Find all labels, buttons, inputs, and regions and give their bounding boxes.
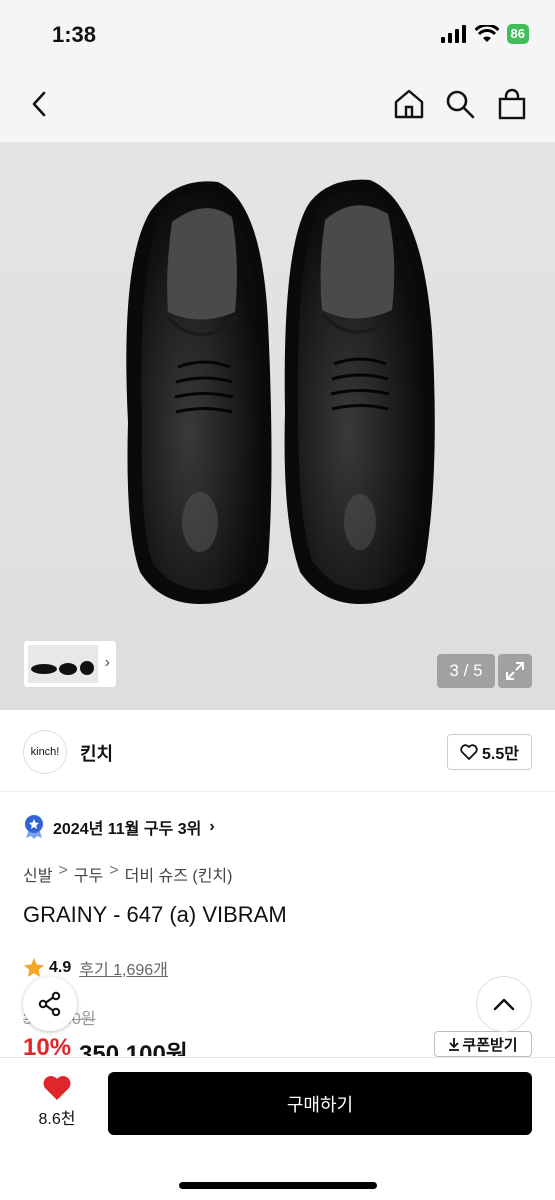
ranking-text: 2024년 11월 구두 3위 <box>53 821 202 838</box>
expand-icon <box>506 662 524 680</box>
ranking-link[interactable]: 2024년 11월 구두 3위 › <box>23 815 215 839</box>
chevron-right-icon: › <box>104 654 110 671</box>
battery-indicator: 86 <box>506 24 529 44</box>
breadcrumb-item-derby[interactable]: 더비 슈즈 (킨치) <box>125 862 233 886</box>
wishlist-button[interactable]: 8.6천 <box>24 1074 90 1129</box>
heart-filled-icon <box>43 1076 71 1100</box>
breadcrumb: 신발 > 구두 > 더비 슈즈 (킨치) <box>23 862 232 886</box>
home-button[interactable] <box>389 84 429 124</box>
share-button[interactable] <box>23 977 77 1031</box>
thumbnail-strip-button[interactable]: › <box>23 640 117 688</box>
home-indicator <box>179 1182 377 1189</box>
search-icon <box>446 90 475 119</box>
coupon-label: 쿠폰받기 <box>462 1036 518 1054</box>
brand-like-button[interactable]: 5.5만 <box>447 734 532 770</box>
product-title: GRAINY - 647 (a) VIBRAM <box>23 902 287 927</box>
bottom-action-bar: 8.6천 구매하기 <box>0 1057 555 1200</box>
status-bar: 1:38 86 <box>0 0 555 70</box>
sale-price: 350,100원 <box>79 1041 188 1056</box>
shopping-bag-icon <box>498 88 526 120</box>
chevron-up-icon <box>493 998 515 1011</box>
download-icon <box>449 1038 460 1051</box>
breadcrumb-item-dress-shoes[interactable]: 구두 <box>74 862 103 886</box>
star-icon <box>24 958 44 977</box>
product-image-shoes <box>126 179 435 604</box>
buy-button[interactable]: 구매하기 <box>108 1072 532 1135</box>
product-image-gallery[interactable]: › 3 / 5 <box>0 142 555 710</box>
back-icon <box>32 91 46 117</box>
ranking-badge-icon <box>25 815 43 839</box>
wishlist-count: 8.6천 <box>38 1111 76 1128</box>
review-count-link[interactable]: 후기 1,696개 <box>79 956 168 980</box>
scroll-top-button[interactable] <box>476 976 532 1032</box>
brand-like-count: 5.5만 <box>482 746 519 763</box>
share-icon <box>38 991 61 1017</box>
brand-logo[interactable]: kinch! <box>23 730 67 774</box>
breadcrumb-item-shoes[interactable]: 신발 <box>23 862 52 886</box>
heart-outline-icon <box>460 744 478 760</box>
coupon-button[interactable]: 쿠폰받기 <box>434 1031 532 1057</box>
home-icon <box>394 89 424 119</box>
discount-rate: 10% <box>23 1034 72 1056</box>
breadcrumb-separator: > <box>109 862 119 879</box>
top-nav <box>0 70 555 142</box>
brand-row: kinch! 킨치 5.5만 <box>0 710 555 792</box>
shopping-bag-button[interactable] <box>492 84 532 124</box>
breadcrumb-separator: > <box>58 862 68 879</box>
back-button[interactable] <box>20 84 60 124</box>
rating-score: 4.9 <box>49 959 72 976</box>
chevron-right-icon: › <box>209 818 215 835</box>
image-counter: 3 / 5 <box>437 654 495 688</box>
thumbnail-image <box>28 645 98 683</box>
brand-name[interactable]: 킨치 <box>80 740 113 766</box>
status-icons: 86 <box>440 24 529 44</box>
wifi-icon <box>474 25 499 42</box>
expand-button[interactable] <box>498 654 532 688</box>
search-button[interactable] <box>440 84 480 124</box>
status-time: 1:38 <box>52 22 97 47</box>
signal-icon <box>440 25 466 43</box>
price-row: 10% 350,100원 <box>23 1034 188 1056</box>
